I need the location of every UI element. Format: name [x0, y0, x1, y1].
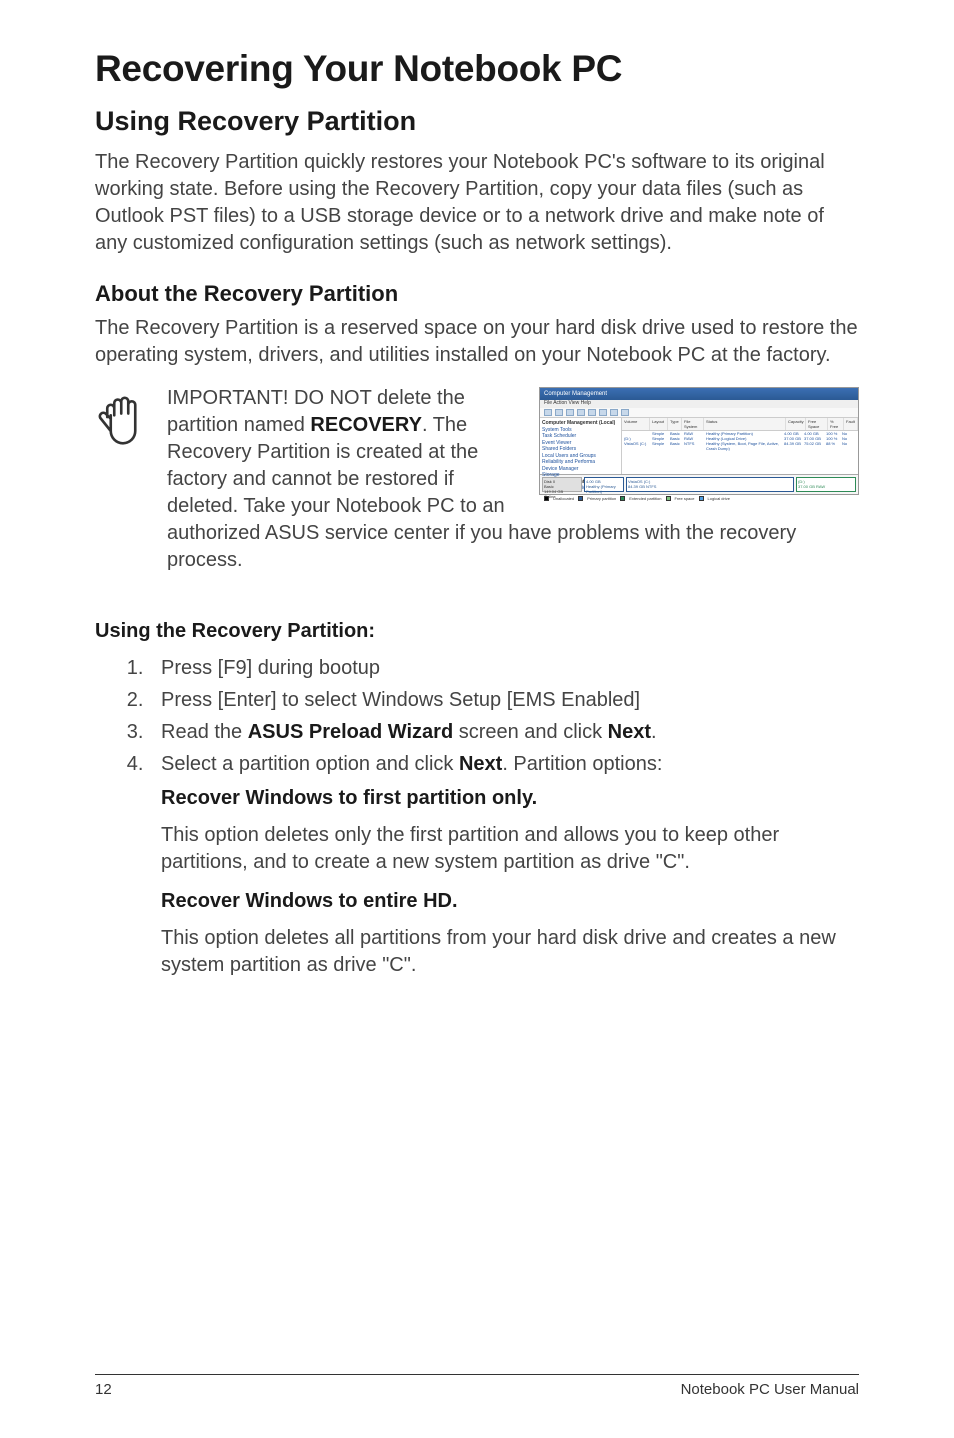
- tree-panel: Computer Management (Local) System Tools…: [540, 418, 622, 474]
- step-2: Press [Enter] to select Windows Setup [E…: [149, 685, 859, 715]
- step-1: Press [F9] during bootup: [149, 653, 859, 683]
- option2-head: Recover Windows to entire HD.: [161, 888, 859, 915]
- page-title: Recovering Your Notebook PC: [95, 48, 859, 90]
- section-heading: Using Recovery Partition: [95, 106, 859, 137]
- menubar: File Action View Help: [540, 400, 858, 408]
- option1-body: This option deletes only the first parti…: [161, 822, 859, 876]
- about-heading: About the Recovery Partition: [95, 281, 859, 307]
- disk-legend: Unallocated Primary partition Extended p…: [540, 494, 858, 502]
- window-title: Computer Management: [544, 391, 607, 397]
- using-heading: Using the Recovery Partition:: [95, 620, 859, 643]
- step-4: Select a partition option and click Next…: [149, 749, 859, 779]
- manual-name: Notebook PC User Manual: [681, 1381, 859, 1398]
- section-intro: The Recovery Partition quickly restores …: [95, 149, 859, 257]
- disk-map: Disk 0 Basic 149.04 GB Online 4.00 GB He…: [540, 474, 858, 494]
- steps-list: Press [F9] during bootup Press [Enter] t…: [149, 653, 859, 779]
- page-footer: 12 Notebook PC User Manual: [95, 1374, 859, 1398]
- page-number: 12: [95, 1381, 112, 1398]
- toolbar: [540, 408, 858, 418]
- important-block: Computer Management File Action View Hel…: [95, 385, 859, 584]
- disk-management-screenshot: Computer Management File Action View Hel…: [539, 387, 859, 495]
- option2-body: This option deletes all partitions from …: [161, 925, 859, 979]
- volume-table: Volume Layout Type File System Status Ca…: [622, 418, 858, 474]
- about-body: The Recovery Partition is a reserved spa…: [95, 315, 859, 369]
- step-3: Read the ASUS Preload Wizard screen and …: [149, 717, 859, 747]
- option1-head: Recover Windows to first partition only.: [161, 785, 859, 812]
- stop-hand-icon: [95, 389, 151, 445]
